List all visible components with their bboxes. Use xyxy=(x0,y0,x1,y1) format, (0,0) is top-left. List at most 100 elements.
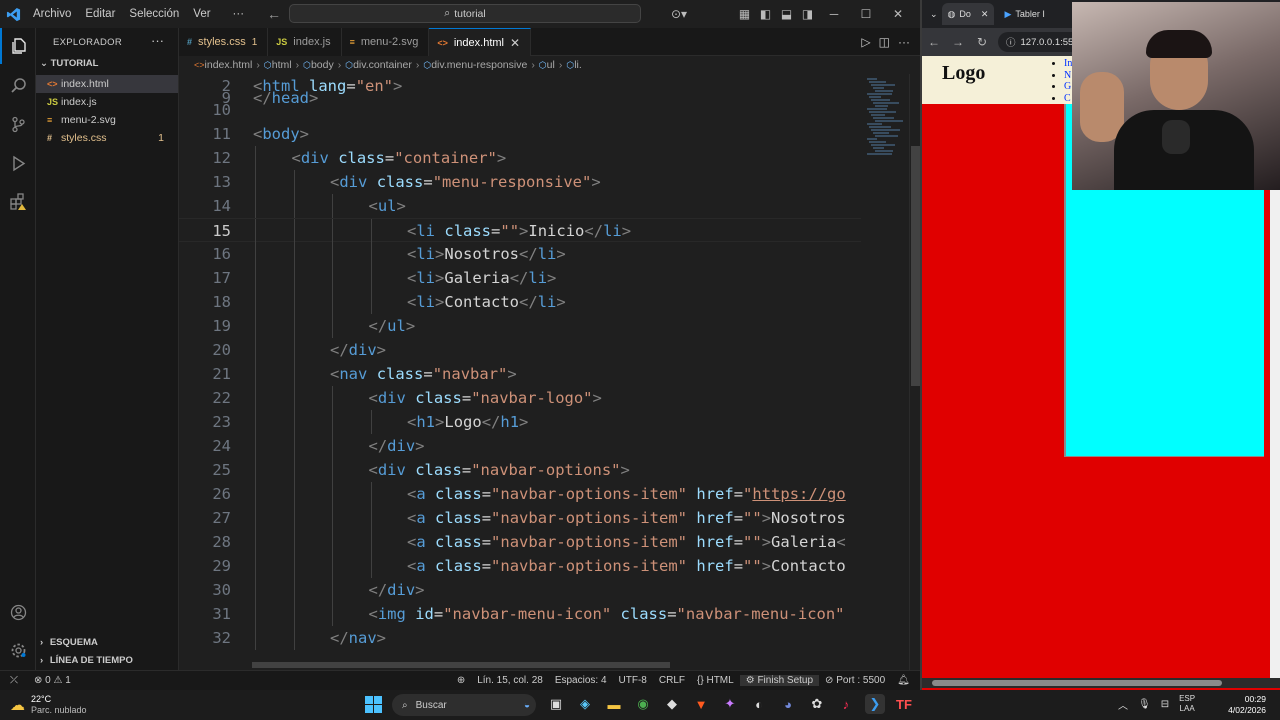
weather-widget[interactable]: ☁︎ 22°C Parc. nublado xyxy=(10,694,87,716)
split-editor-icon[interactable]: ◫ xyxy=(879,35,890,49)
tiktok-icon[interactable]: ♪ xyxy=(836,694,856,714)
code-line[interactable]: 18 <li>Contacto</li> xyxy=(179,290,861,314)
tray-chevron-up-icon[interactable]: ︿ xyxy=(1118,697,1128,712)
copilot-icon[interactable]: ⊙▾ xyxy=(664,7,694,21)
back-arrow-icon[interactable]: ← xyxy=(263,6,285,22)
code-line[interactable]: 2 <html lang="en"> xyxy=(179,74,861,98)
language-mode[interactable]: {} HTML xyxy=(691,675,740,686)
code-line[interactable]: 24 </div> xyxy=(179,434,861,458)
menu-ver[interactable]: Ver xyxy=(186,8,217,20)
code-line[interactable]: 23 <h1>Logo</h1> xyxy=(179,410,861,434)
breadcrumb-item[interactable]: div.menu-responsive xyxy=(431,59,527,71)
sidebar-file[interactable]: ≡ menu-2.svg xyxy=(36,111,178,129)
windows-start-icon[interactable] xyxy=(365,696,383,714)
code-editor[interactable]: 9 </head> 2 <html lang="en"> 10 11 <body> 12 <d… xyxy=(179,74,861,670)
run-icon[interactable]: ▷ xyxy=(861,35,870,49)
close-tab-icon[interactable]: ✕ xyxy=(981,9,989,20)
browser-reload-icon[interactable]: ↻ xyxy=(970,35,994,49)
menu-more-icon[interactable]: ··· xyxy=(226,8,252,20)
editor-tab[interactable]: # styles.css 1 xyxy=(179,28,269,56)
code-line[interactable]: 19 </ul> xyxy=(179,314,861,338)
code-line[interactable]: 31 <img id="navbar-menu-icon" class="navb… xyxy=(179,602,861,626)
sidebar-file[interactable]: # styles.css 1 xyxy=(36,129,178,147)
code-line[interactable]: 25 <div class="navbar-options"> xyxy=(179,458,861,482)
browser-tab-active[interactable]: ◍ Do ✕ xyxy=(941,3,995,25)
close-tab-icon[interactable]: ✕ xyxy=(510,36,520,50)
explorer-more-icon[interactable]: ··· xyxy=(151,33,164,48)
menu-editar[interactable]: Editar xyxy=(78,8,122,20)
code-line[interactable]: 21 <nav class="navbar"> xyxy=(179,362,861,386)
menu-seleccion[interactable]: Selección xyxy=(122,8,186,20)
toggle-secondary-sidebar-icon[interactable]: ◨ xyxy=(797,7,818,21)
code-line[interactable]: 30 </div> xyxy=(179,578,861,602)
more-actions-icon[interactable]: ··· xyxy=(898,35,910,49)
microphone-tray-icon[interactable]: 🎙︎ xyxy=(1138,699,1151,710)
code-line[interactable]: 32 </nav> xyxy=(179,626,861,650)
editor-horizontal-scrollbar[interactable] xyxy=(252,662,670,668)
tab-list-chevron-icon[interactable]: ⌄ xyxy=(930,9,938,20)
discord-icon[interactable]: ◕ xyxy=(778,694,798,714)
terraform-icon[interactable]: TF xyxy=(894,694,914,714)
sidebar-file[interactable]: <> index.html xyxy=(36,75,178,93)
taskbar-search[interactable]: ⌕ Buscar ◒ xyxy=(392,694,536,716)
language-indicator[interactable]: ESP LAA xyxy=(1179,694,1195,714)
finish-setup[interactable]: ⚙ Finish Setup xyxy=(739,675,820,686)
layout-customize-icon[interactable]: ▦ xyxy=(734,7,755,21)
chrome-icon[interactable]: ◉ xyxy=(633,694,653,714)
notifications-bell-icon[interactable]: 🔔︎ xyxy=(891,675,916,686)
editor-tab[interactable]: <> index.html ✕ xyxy=(429,28,532,56)
toggle-panel-icon[interactable]: ⬓ xyxy=(776,7,797,21)
obs-icon[interactable]: ◐ xyxy=(749,694,769,714)
code-line[interactable]: 20 </div> xyxy=(179,338,861,362)
settings-gear-icon[interactable] xyxy=(0,632,36,668)
code-line[interactable]: 10 xyxy=(179,98,861,122)
end-of-line[interactable]: CRLF xyxy=(653,675,691,686)
problems-indicator[interactable]: ⊗ 0 ⚠ 1 xyxy=(28,675,77,686)
code-line[interactable]: 14 <ul> xyxy=(179,194,861,218)
code-line[interactable]: 15 <li class="">Inicio</li> xyxy=(179,218,861,243)
editor-tab[interactable]: ≡ menu-2.svg xyxy=(341,28,430,56)
task-view-icon[interactable]: ▣ xyxy=(546,694,566,714)
code-line[interactable]: 28 <a class="navbar-options-item" href=""… xyxy=(179,530,861,554)
section-linea-de-tiempo[interactable]: › LÍNEA DE TIEMPO xyxy=(40,655,133,666)
explorer-files-icon[interactable] xyxy=(0,28,36,64)
code-line[interactable]: 12 <div class="container"> xyxy=(179,146,861,170)
minimap[interactable] xyxy=(861,74,909,670)
minimize-icon[interactable]: ─ xyxy=(818,7,850,21)
indentation[interactable]: Espacios: 4 xyxy=(549,675,613,686)
breadcrumb-item[interactable]: ul xyxy=(547,59,555,71)
browser-back-icon[interactable]: ← xyxy=(922,35,946,49)
copilot-app-icon[interactable]: ◈ xyxy=(575,694,595,714)
run-debug-icon[interactable] xyxy=(0,145,36,181)
file-explorer-icon[interactable]: ▬ xyxy=(604,694,624,714)
github-icon[interactable]: ◆ xyxy=(662,694,682,714)
encoding[interactable]: UTF-8 xyxy=(613,675,653,686)
code-line[interactable]: 29 <a class="navbar-options-item" href=""… xyxy=(179,554,861,578)
code-line[interactable]: 16 <li>Nosotros</li> xyxy=(179,242,861,266)
sidebar-file[interactable]: JS index.js xyxy=(36,93,178,111)
browser-forward-icon[interactable]: → xyxy=(946,35,970,49)
breadcrumb-item[interactable]: li. xyxy=(574,59,582,71)
code-line[interactable]: 13 <div class="menu-responsive"> xyxy=(179,170,861,194)
breadcrumb-item[interactable]: div.container xyxy=(353,59,412,71)
brave-icon[interactable]: ▼ xyxy=(691,694,711,714)
breadcrumb-item[interactable]: index.html xyxy=(205,59,253,71)
tray-app-icon[interactable]: ⊟ xyxy=(1161,699,1169,710)
editor-tab[interactable]: JS index.js xyxy=(268,28,342,56)
breadcrumb-item[interactable]: body xyxy=(311,59,334,71)
toggle-sidebar-icon[interactable]: ◧ xyxy=(755,7,776,21)
clock[interactable]: 00:29 4/02/2026 xyxy=(1228,694,1266,716)
close-window-icon[interactable]: ✕ xyxy=(882,7,914,21)
code-line[interactable]: 27 <a class="navbar-options-item" href=""… xyxy=(179,506,861,530)
browser-tab-tabler[interactable]: ▶ Tabler I xyxy=(998,3,1050,25)
source-control-icon[interactable] xyxy=(0,106,36,142)
menu-archivo[interactable]: Archivo xyxy=(26,8,78,20)
section-esquema[interactable]: › ESQUEMA xyxy=(40,637,98,648)
code-line[interactable]: 11 <body> xyxy=(179,122,861,146)
extensions-icon[interactable] xyxy=(0,184,36,220)
folder-tutorial[interactable]: ⌄ TUTORIAL xyxy=(40,58,178,69)
search-sidebar-icon[interactable] xyxy=(0,67,36,103)
code-line[interactable]: 26 <a class="navbar-options-item" href="h… xyxy=(179,482,861,506)
live-server-port[interactable]: ⊘ Port : 5500 xyxy=(819,675,891,686)
vscode-taskbar-icon[interactable]: ❯ xyxy=(865,694,885,714)
